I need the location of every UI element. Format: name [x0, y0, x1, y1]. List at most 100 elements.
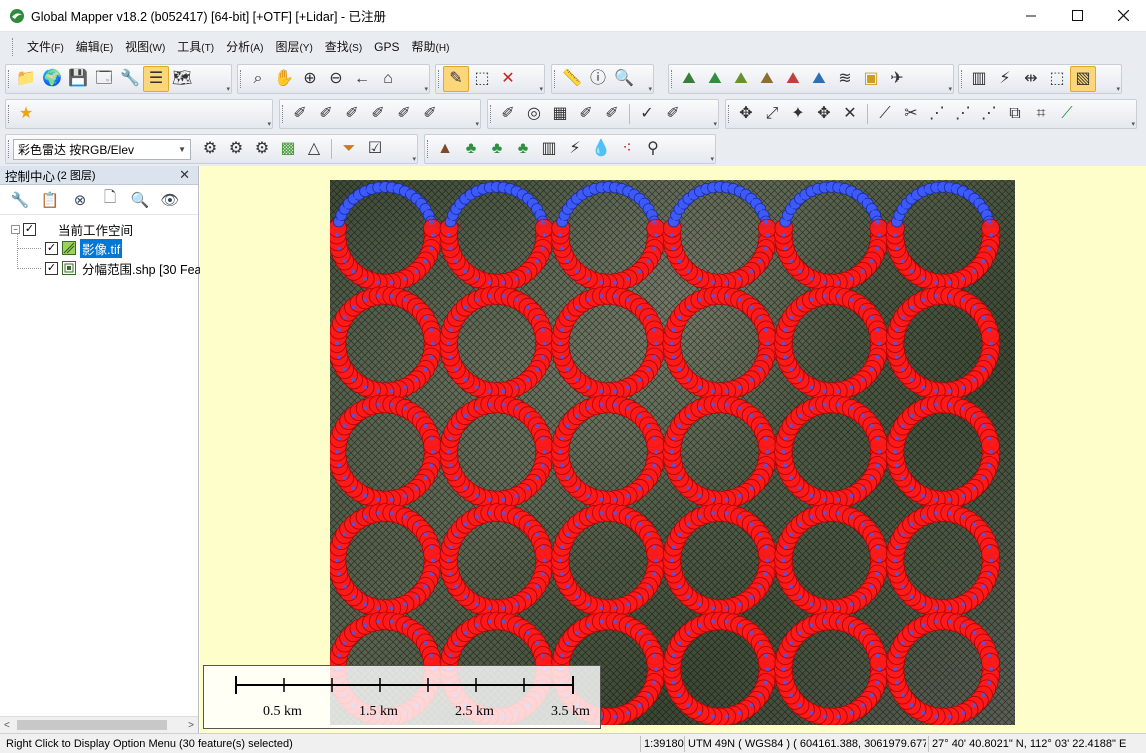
water-level-button[interactable]: ⚙	[249, 136, 275, 162]
scroll-left-icon[interactable]: <	[4, 720, 10, 731]
reshape-button[interactable]: ✦	[785, 101, 811, 127]
menu-tools[interactable]: 工具(T)	[171, 38, 220, 55]
create-line-button[interactable]: ✐	[313, 101, 339, 127]
minimize-button[interactable]	[1008, 0, 1054, 31]
ground-button[interactable]: ▲	[432, 136, 458, 162]
elevation-button[interactable]: ⛰	[754, 66, 780, 92]
swipe-button[interactable]: ⇹	[1018, 66, 1044, 92]
shader-settings-button[interactable]: ⚙	[197, 136, 223, 162]
measure-button[interactable]: 📏	[559, 66, 585, 92]
layer-row-shapefile[interactable]: ✓ 分幅范围.shp [30 Fea	[45, 259, 204, 277]
menu-view[interactable]: 视图(W)	[119, 38, 171, 55]
create-rect-button[interactable]: ✐	[391, 101, 417, 127]
back-button[interactable]: ←	[349, 66, 375, 92]
crop-button[interactable]: ⌗	[1028, 101, 1054, 127]
collapse-icon[interactable]: −	[11, 224, 20, 234]
create-point-button[interactable]: ✐	[287, 101, 313, 127]
close-button[interactable]	[1100, 0, 1146, 31]
layer-options-button[interactable]: 🔧	[6, 188, 34, 212]
point-edit-button[interactable]: ✐	[573, 101, 599, 127]
search-button[interactable]: 🔍	[611, 66, 637, 92]
feature-info-button[interactable]: ⓘ	[585, 66, 611, 92]
disable-button[interactable]: ✈	[884, 66, 910, 92]
filter-button[interactable]: ⏷	[336, 136, 362, 162]
find-layer-button[interactable]: 🔍	[126, 188, 154, 212]
layer-row-image[interactable]: ✓ 影像.tif	[45, 238, 123, 258]
move-button[interactable]: ✥	[733, 101, 759, 127]
flythrough-button[interactable]: ⚡	[992, 66, 1018, 92]
area-edit-button[interactable]: ✐	[599, 101, 625, 127]
map-view[interactable]: 0.5 km 1.5 km 2.5 km 3.5 km	[200, 166, 1146, 733]
open-folder-button[interactable]: 📁	[13, 66, 39, 92]
layer-checkbox[interactable]: ✓	[45, 261, 58, 275]
copy-feature-button[interactable]: ⧉	[1002, 101, 1028, 127]
noise-button[interactable]: ⁖	[614, 136, 640, 162]
insert-vertex-button[interactable]: ✕	[837, 101, 863, 127]
terrain-button[interactable]: ⛰	[676, 66, 702, 92]
create-circle-button[interactable]: ✐	[417, 101, 443, 127]
zoom-in-button[interactable]: ⊕	[297, 66, 323, 92]
resize-button[interactable]: ⤢	[759, 101, 785, 127]
scroll-thumb[interactable]	[17, 720, 167, 730]
view-shed-button[interactable]: ⛰	[702, 66, 728, 92]
workspace-checkbox[interactable]: ✓	[23, 222, 36, 236]
panel-horizontal-scrollbar[interactable]: < >	[0, 716, 198, 733]
close-panel-button[interactable]: ✕	[179, 167, 190, 183]
watershed-button[interactable]: ⛰	[780, 66, 806, 92]
print-layout-button[interactable]: 🗔	[91, 66, 117, 92]
color-shader-button[interactable]: ▣	[858, 66, 884, 92]
join-button[interactable]: ⟋	[872, 101, 898, 127]
select-box-button[interactable]: ⬚	[469, 66, 495, 92]
zoom-out-button[interactable]: ⊖	[323, 66, 349, 92]
power-line-button[interactable]: ⚡	[562, 136, 588, 162]
close-layer-button[interactable]: ⊗	[66, 188, 94, 212]
terrain-layer-button[interactable]: ▩	[275, 136, 301, 162]
view-layer-button[interactable]: 👁	[156, 188, 184, 212]
combine-button[interactable]: ⋰	[924, 101, 950, 127]
path-profile-button[interactable]: ≋	[832, 66, 858, 92]
range-ring-button[interactable]: ◎	[521, 101, 547, 127]
menu-layer[interactable]: 图层(Y)	[269, 38, 318, 55]
menu-analysis[interactable]: 分析(A)	[220, 38, 269, 55]
connect-button[interactable]: ⋰	[950, 101, 976, 127]
workspace-row[interactable]: − ✓ 当前工作空间	[11, 220, 135, 238]
config-button[interactable]: 🔧	[117, 66, 143, 92]
menu-edit[interactable]: 编辑(E)	[70, 38, 119, 55]
unclassified-button[interactable]: ⚲	[640, 136, 666, 162]
contour-button[interactable]: ⛰	[728, 66, 754, 92]
create-area-button[interactable]: ✐	[365, 101, 391, 127]
line-edit-button[interactable]: ✓	[634, 101, 660, 127]
snap-button[interactable]: ✐	[660, 101, 686, 127]
grid-button[interactable]: ▦	[547, 101, 573, 127]
move-vertex-button[interactable]: ✥	[811, 101, 837, 127]
open-online-data-button[interactable]: 🌍	[39, 66, 65, 92]
create-arc-button[interactable]: ✐	[339, 101, 365, 127]
split-button[interactable]: ✂	[898, 101, 924, 127]
smooth-button[interactable]: ⋰	[976, 101, 1002, 127]
triangle-button[interactable]: △	[301, 136, 327, 162]
menu-file[interactable]: 文件(F)	[21, 38, 70, 55]
zoom-box-button[interactable]: ⌕	[245, 66, 271, 92]
overview-map-button[interactable]: 🗺	[169, 66, 195, 92]
digitizer-button[interactable]: ✎	[443, 66, 469, 92]
favorites-button[interactable]: ★	[13, 101, 39, 127]
pan-button[interactable]: ✋	[271, 66, 297, 92]
layer-checkbox[interactable]: ✓	[45, 241, 58, 255]
shader-select[interactable]: 彩色雷达 按RGB/Elev ▼	[13, 138, 191, 160]
low-vegetation-button[interactable]: ♣	[458, 136, 484, 162]
menu-search[interactable]: 查找(S)	[319, 38, 368, 55]
cogo-button[interactable]: ✐	[495, 101, 521, 127]
hill-shading-button[interactable]: ⚙	[223, 136, 249, 162]
medium-vegetation-button[interactable]: ♣	[484, 136, 510, 162]
layer-metadata-button[interactable]: 📋	[36, 188, 64, 212]
control-center-button[interactable]: ☰	[143, 66, 169, 92]
save-button[interactable]: 💾	[65, 66, 91, 92]
building-button[interactable]: ▥	[536, 136, 562, 162]
new-layer-button[interactable]: 🗋	[96, 188, 124, 212]
water-class-button[interactable]: 💧	[588, 136, 614, 162]
menu-gps[interactable]: GPS	[368, 40, 405, 54]
toggle-layer-button[interactable]: ▧	[1070, 66, 1096, 92]
menu-help[interactable]: 帮助(H)	[406, 38, 456, 55]
measure-line-button[interactable]: ⟋	[1054, 101, 1080, 127]
edit-attributes-button[interactable]: ☑	[362, 136, 388, 162]
